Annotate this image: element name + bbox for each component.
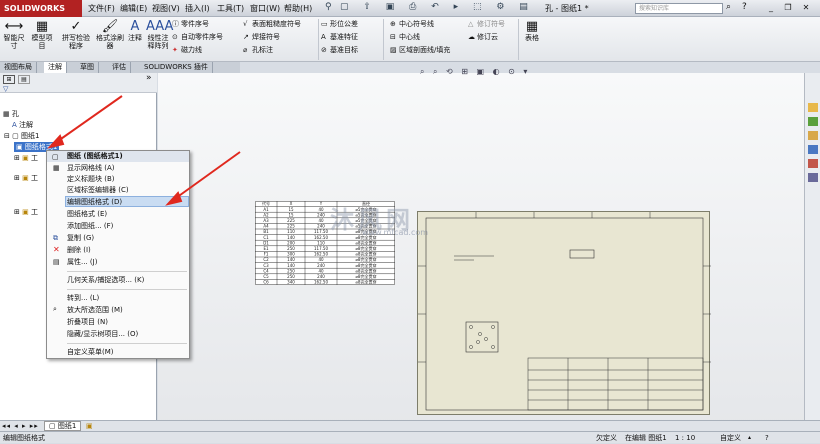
sheet-tab-label: 图纸1	[57, 422, 77, 430]
help-icon[interactable]: ?	[765, 432, 769, 444]
annotation-arrows	[47, 95, 241, 206]
sheet-tab-bar: ◂◂ ◂ ▸ ▸▸ ▢ 图纸1 ▣	[0, 420, 820, 431]
status-under-defined: 欠定义	[596, 434, 617, 442]
status-custom-units[interactable]: 自定义	[720, 432, 741, 444]
red-arrow-2-head	[165, 191, 183, 206]
sheet-nav-arrows[interactable]: ◂◂ ◂ ▸ ▸▸	[2, 422, 39, 430]
status-scale[interactable]: 1 : 10	[675, 432, 695, 444]
status-bar: 编辑图纸格式 欠定义 在编辑 图纸1 1 : 10 自定义 ▴ ?	[0, 431, 820, 443]
status-message: 编辑图纸格式	[3, 434, 45, 442]
sheet-tab-icon: ▢	[49, 422, 56, 430]
status-editing: 在编辑 图纸1	[625, 434, 667, 442]
red-arrow-1-head	[47, 134, 65, 149]
red-arrow-1	[57, 95, 123, 142]
add-sheet-icon[interactable]: ▣	[86, 422, 93, 430]
sheet-tab[interactable]: ▢ 图纸1	[44, 421, 82, 431]
units-dropdown-icon[interactable]: ▴	[748, 432, 751, 444]
red-arrow-2	[175, 151, 241, 199]
